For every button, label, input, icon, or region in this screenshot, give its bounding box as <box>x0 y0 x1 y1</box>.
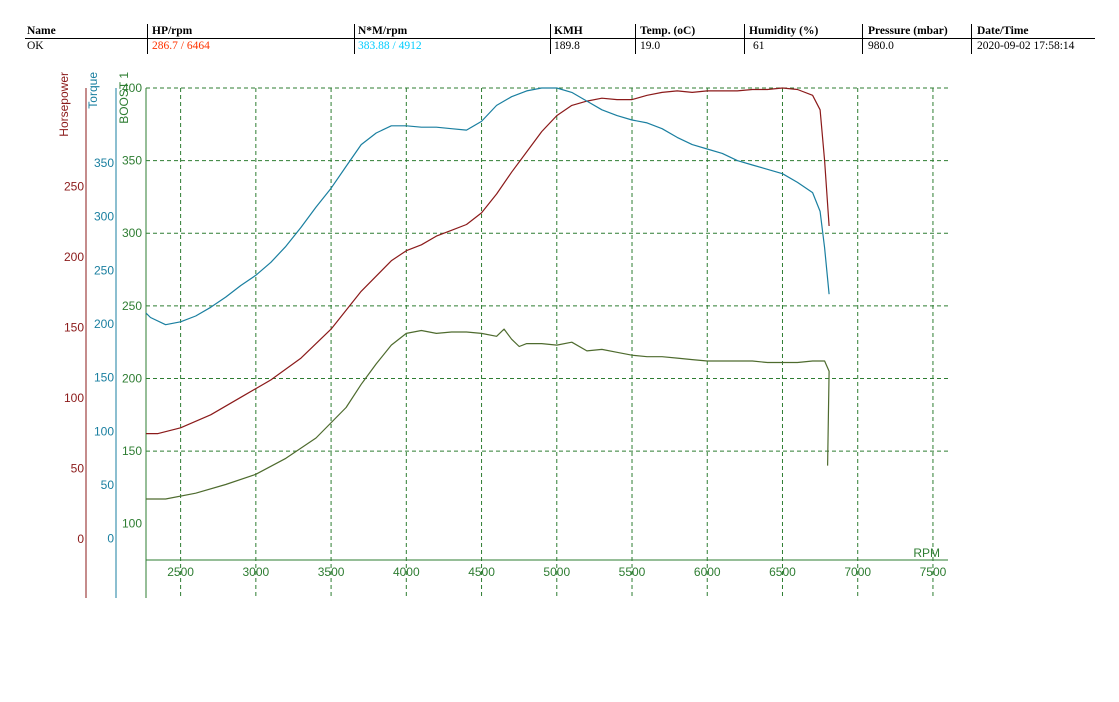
torque-tick-label: 100 <box>94 424 114 438</box>
torque-tick-label: 50 <box>101 478 115 492</box>
horsepower-tick-label: 0 <box>77 532 84 546</box>
x-axis-title: RPM <box>913 546 940 560</box>
horsepower-tick-label: 100 <box>64 391 84 405</box>
x-tick-label: 6500 <box>769 565 796 579</box>
torque-tick-label: 200 <box>94 317 114 331</box>
torque-tick-label: 150 <box>94 371 114 385</box>
boost-tick-label: 150 <box>122 444 142 458</box>
boost-series-line <box>146 328 830 500</box>
boost-tick-label: 350 <box>122 154 142 168</box>
torque-tick-label: 0 <box>107 532 114 546</box>
boost-tick-label: 250 <box>122 299 142 313</box>
x-tick-label: 3500 <box>318 565 345 579</box>
horsepower-tick-label: 200 <box>64 250 84 264</box>
boost-tick-label: 200 <box>122 371 142 385</box>
torque-tick-label: 300 <box>94 210 114 224</box>
torque-axis-title: Torque <box>86 72 100 109</box>
hp-series-line <box>146 87 830 435</box>
x-tick-label: 4500 <box>468 565 495 579</box>
horsepower-tick-label: 250 <box>64 180 84 194</box>
torque-tick-label: 350 <box>94 156 114 170</box>
torque-series-line <box>145 87 830 326</box>
x-tick-label: 5500 <box>619 565 646 579</box>
boost-tick-label: 100 <box>122 517 142 531</box>
horsepower-tick-label: 150 <box>64 321 84 335</box>
x-tick-label: 5000 <box>543 565 570 579</box>
torque-tick-label: 250 <box>94 263 114 277</box>
boost-tick-label: 300 <box>122 226 142 240</box>
boost-axis-title: BOOST 1 <box>117 72 131 124</box>
horsepower-axis-title: Horsepower <box>57 72 71 137</box>
x-tick-label: 6000 <box>694 565 721 579</box>
x-tick-label: 7500 <box>920 565 947 579</box>
x-tick-label: 4000 <box>393 565 420 579</box>
x-tick-label: 2500 <box>167 565 194 579</box>
x-tick-label: 3000 <box>242 565 269 579</box>
horsepower-tick-label: 50 <box>71 461 85 475</box>
dyno-chart: 2500 3000 3500 4000 4500 5000 5500 6000 6500 7000… <box>57 72 948 598</box>
x-tick-label: 7000 <box>844 565 871 579</box>
